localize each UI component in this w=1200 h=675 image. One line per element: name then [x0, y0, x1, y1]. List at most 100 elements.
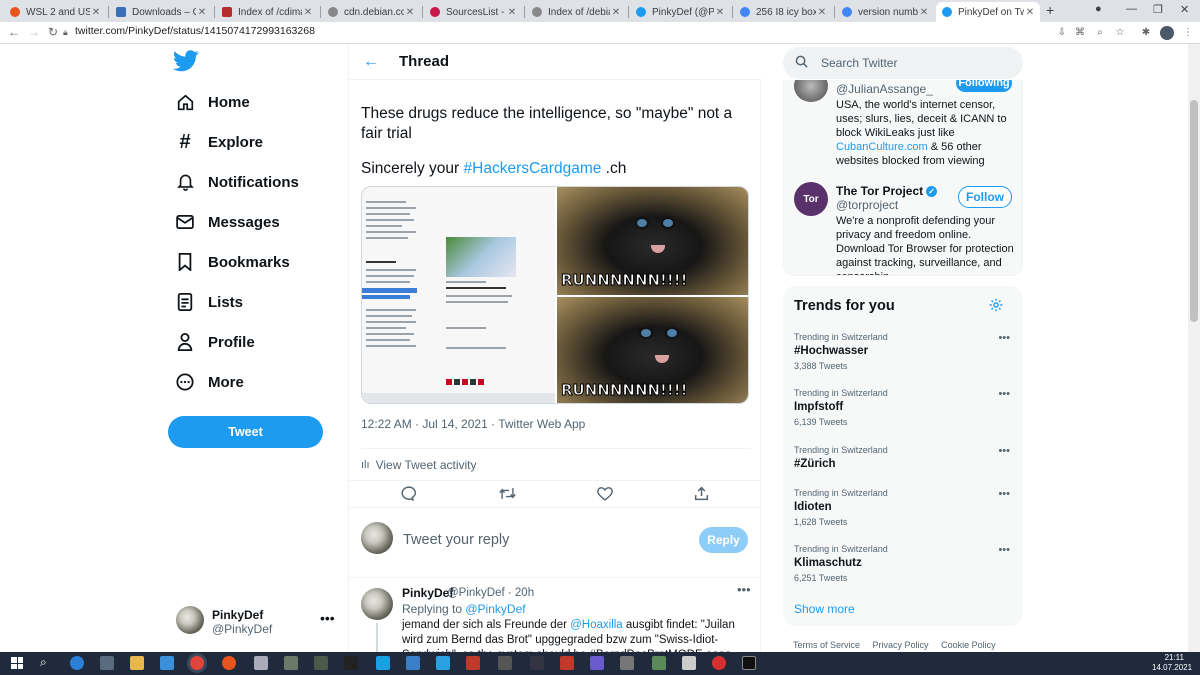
browser-tab[interactable]: Index of /cdimage✕ [216, 2, 318, 22]
hashtag-link[interactable]: #HackersCardgame [464, 160, 602, 177]
zoom-icon[interactable]: ⌕ [1094, 27, 1106, 39]
app-icon[interactable] [682, 656, 696, 670]
browser-tab[interactable]: Downloads – Orac✕ [110, 2, 212, 22]
maximize-button[interactable]: ❐ [1153, 3, 1163, 16]
reply-input[interactable]: Tweet your reply [403, 532, 509, 548]
footer-link[interactable]: Cookie Policy [941, 640, 996, 650]
avatar[interactable] [794, 80, 828, 102]
close-icon[interactable]: ✕ [196, 7, 208, 18]
back-arrow-icon[interactable]: ← [363, 53, 379, 71]
browser-tab[interactable]: version number pa✕ [836, 2, 934, 22]
sidebar-item-explore[interactable]: # Explore [176, 130, 263, 154]
trend-item[interactable]: Trending in Switzerland Impfstoff 6,139 … [794, 388, 1014, 440]
sidebar-item-notifications[interactable]: Notifications [176, 170, 299, 194]
minimize-button[interactable]: — [1126, 3, 1137, 15]
show-more-link[interactable]: Show more [794, 602, 855, 616]
user-name[interactable]: The Tor Project ✓ [836, 184, 938, 198]
like-icon[interactable] [597, 486, 613, 504]
more-icon[interactable]: ••• [737, 582, 751, 597]
kitten-meme-image[interactable]: RUNNNNNN!!!! [557, 187, 748, 295]
close-icon[interactable]: ✕ [506, 7, 518, 18]
sidebar-item-more[interactable]: More [176, 370, 244, 394]
kitten-meme-image[interactable]: RUNNNNNN!!!! [557, 297, 748, 403]
share-icon[interactable] [694, 486, 709, 504]
app-icon[interactable] [498, 656, 512, 670]
browser-tab-active[interactable]: PinkyDef on Twitte✕ [936, 2, 1040, 22]
browser-tab[interactable]: Index of /debian✕ [526, 2, 626, 22]
reply-button[interactable]: Reply [699, 527, 748, 553]
more-icon[interactable]: ••• [998, 332, 1010, 344]
close-icon[interactable]: ✕ [90, 7, 102, 18]
extensions-icon[interactable]: ✱ [1140, 27, 1152, 39]
star-icon[interactable]: ☆ [1114, 27, 1126, 39]
tweet-timestamp[interactable]: 12:22 AM · Jul 14, 2021 · Twitter Web Ap… [361, 417, 585, 431]
forward-icon[interactable]: → [28, 25, 40, 39]
window-close-button[interactable]: ✕ [1180, 3, 1189, 16]
terminal-icon[interactable] [742, 656, 756, 670]
app-icon[interactable] [314, 656, 328, 670]
mail-icon[interactable] [160, 656, 174, 670]
twitter-logo-icon[interactable] [173, 50, 199, 72]
app-icon[interactable] [652, 656, 666, 670]
footer-link[interactable]: Terms of Service [793, 640, 860, 650]
mention-link[interactable]: @Hoaxilla [570, 619, 623, 631]
install-icon[interactable]: ⇩ [1056, 27, 1068, 39]
more-icon[interactable]: ••• [998, 388, 1010, 400]
reply-author-name[interactable]: PinkyDef [402, 586, 453, 600]
retweet-icon[interactable] [499, 486, 516, 504]
sidebar-item-home[interactable]: Home [176, 90, 250, 114]
browser-tab[interactable]: cdn.debian.com✕ [322, 2, 420, 22]
back-icon[interactable]: ← [8, 25, 20, 39]
sidebar-item-profile[interactable]: Profile [176, 330, 255, 354]
browser-menu-icon[interactable]: ⋮ [1182, 27, 1194, 39]
follow-button[interactable]: Follow [958, 186, 1012, 208]
edge-icon[interactable] [70, 656, 84, 670]
more-icon[interactable]: ••• [998, 445, 1010, 457]
close-icon[interactable]: ✕ [714, 7, 726, 18]
browser-tab[interactable]: SourcesList - Debi✕ [424, 2, 522, 22]
bio-link[interactable]: CubanCulture.com [836, 141, 928, 153]
app-icon[interactable] [560, 656, 574, 670]
chrome-icon[interactable] [190, 656, 204, 670]
browser-tab[interactable]: 256 I8 icy box writ✕ [734, 2, 832, 22]
reply-icon[interactable] [401, 486, 417, 504]
app-icon[interactable] [712, 656, 726, 670]
tweet-button[interactable]: Tweet [168, 416, 323, 448]
sidebar-item-messages[interactable]: Messages [176, 210, 280, 234]
user-handle[interactable]: @JulianAssange_ [836, 82, 933, 96]
gear-icon[interactable] [989, 298, 1003, 315]
translate-icon[interactable]: ⌘ [1074, 27, 1086, 39]
tweet-media[interactable]: RUNNNNNN!!!! RUNNNNNN!!!! [361, 186, 749, 404]
more-icon[interactable]: ••• [998, 488, 1010, 500]
ubuntu-icon[interactable] [222, 656, 236, 670]
search-icon[interactable]: ⌕ [40, 655, 54, 669]
close-icon[interactable]: ✕ [918, 7, 930, 18]
trend-item[interactable]: Trending in Switzerland #Hochwasser 3,38… [794, 332, 1014, 384]
system-clock[interactable]: 21:11 14.07.2021 [1152, 653, 1192, 673]
more-icon[interactable]: ••• [320, 610, 335, 626]
skype-icon[interactable] [376, 656, 390, 670]
following-button[interactable]: Following [956, 80, 1012, 92]
close-icon[interactable]: ✕ [610, 7, 622, 18]
article-screenshot-image[interactable] [362, 187, 555, 403]
close-icon[interactable]: ✕ [302, 7, 314, 18]
browser-profile-avatar[interactable] [1160, 26, 1174, 40]
footer-link[interactable]: Privacy Policy [873, 640, 929, 650]
app-icon[interactable] [254, 656, 268, 670]
file-explorer-icon[interactable] [130, 656, 144, 670]
close-icon[interactable]: ✕ [1024, 7, 1036, 18]
new-tab-button[interactable]: + [1046, 2, 1054, 18]
scrollbar-thumb[interactable] [1190, 100, 1198, 322]
avatar[interactable] [361, 588, 393, 620]
page-scrollbar[interactable] [1188, 44, 1200, 652]
close-icon[interactable]: ✕ [816, 7, 828, 18]
sidebar-item-bookmarks[interactable]: Bookmarks [176, 250, 290, 274]
app-icon[interactable] [406, 656, 420, 670]
browser-tab[interactable]: PinkyDef (@PinkyD✕ [630, 2, 730, 22]
search-input[interactable]: Search Twitter [783, 47, 1023, 79]
reload-icon[interactable]: ↻ [48, 25, 58, 39]
app-icon[interactable] [284, 656, 298, 670]
windows-start-icon[interactable] [11, 657, 23, 669]
app-icon[interactable] [530, 656, 544, 670]
app-icon[interactable] [344, 656, 358, 670]
